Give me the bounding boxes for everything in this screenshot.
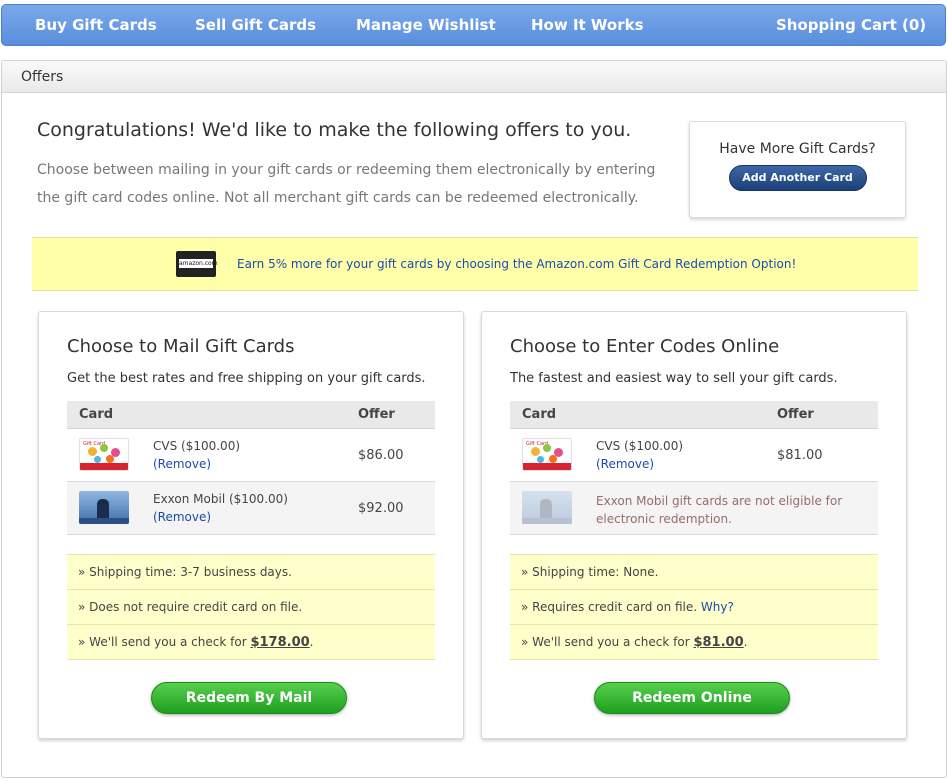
table-row: Exxon Mobil ($100.00) (Remove) $92.00	[67, 482, 435, 535]
shipping-time: » Shipping time: 3-7 business days.	[67, 555, 435, 590]
exxon-gift-card-image	[79, 491, 129, 524]
amazon-promo-link[interactable]: Earn 5% more for your gift cards by choo…	[237, 238, 796, 292]
check-amount-row: » We'll send you a check for $81.00.	[510, 625, 878, 660]
column-offer-header: Offer	[358, 407, 395, 422]
online-option-subtitle: The fastest and easiest way to sell your…	[510, 371, 838, 386]
page-headline: Congratulations! We'd like to make the f…	[37, 119, 632, 141]
amazon-logo-text: amazon.com	[179, 259, 218, 268]
column-card-header: Card	[79, 407, 114, 422]
remove-card-link[interactable]: (Remove)	[153, 510, 211, 524]
mail-option-card: Choose to Mail Gift Cards Get the best r…	[38, 311, 464, 739]
card-offer: $92.00	[358, 501, 404, 516]
check-amount-row: » We'll send you a check for $178.00.	[67, 625, 435, 660]
online-card-table: Card Offer Gift Card CVS ($100.00) (Remo…	[510, 401, 878, 535]
nav-how-it-works[interactable]: How It Works	[531, 5, 644, 47]
mail-option-title: Choose to Mail Gift Cards	[67, 336, 295, 357]
intro-text: Choose between mailing in your gift card…	[37, 162, 656, 206]
amazon-promo-banner: amazon.com Earn 5% more for your gift ca…	[32, 237, 918, 291]
amazon-gift-card-icon: amazon.com	[176, 251, 218, 277]
not-eligible-message: Exxon Mobil gift cards are not eligible …	[596, 494, 843, 526]
online-option-title: Choose to Enter Codes Online	[510, 336, 780, 357]
credit-card-note: » Does not require credit card on file.	[67, 590, 435, 625]
mail-card-table: Card Offer Gift Card CVS ($100.00) (Remo…	[67, 401, 435, 535]
check-amount: $81.00	[693, 635, 744, 650]
mail-info-list: » Shipping time: 3-7 business days. » Do…	[67, 554, 435, 660]
more-cards-title: Have More Gift Cards?	[719, 141, 876, 157]
table-row: Gift Card CVS ($100.00) (Remove) $81.00	[510, 429, 878, 482]
card-offer: $86.00	[358, 448, 404, 463]
nav-shopping-cart[interactable]: Shopping Cart (0)	[776, 5, 926, 47]
table-row: Gift Card CVS ($100.00) (Remove) $86.00	[67, 429, 435, 482]
why-link[interactable]: Why?	[701, 600, 734, 614]
remove-card-link[interactable]: (Remove)	[596, 457, 654, 471]
card-offer: $81.00	[777, 448, 823, 463]
table-header: Card Offer	[67, 401, 435, 429]
column-card-header: Card	[522, 407, 557, 422]
nav-sell-gift-cards[interactable]: Sell Gift Cards	[195, 5, 316, 47]
top-navbar: Buy Gift Cards Sell Gift Cards Manage Wi…	[1, 4, 946, 46]
redeem-online-button[interactable]: Redeem Online	[594, 682, 790, 714]
more-cards-box: Have More Gift Cards? Add Another Card	[689, 121, 906, 218]
nav-buy-gift-cards[interactable]: Buy Gift Cards	[35, 5, 157, 47]
credit-card-note: » Requires credit card on file. Why?	[510, 590, 878, 625]
shipping-time: » Shipping time: None.	[510, 555, 878, 590]
card-name: Exxon Mobil ($100.00)	[153, 492, 288, 506]
card-name: CVS ($100.00)	[153, 439, 241, 453]
nav-manage-wishlist[interactable]: Manage Wishlist	[356, 5, 496, 47]
mail-option-subtitle: Get the best rates and free shipping on …	[67, 371, 426, 386]
online-info-list: » Shipping time: None. » Requires credit…	[510, 554, 878, 660]
offers-panel: Offers Congratulations! We'd like to mak…	[1, 60, 947, 778]
remove-card-link[interactable]: (Remove)	[153, 457, 211, 471]
redeem-by-mail-button[interactable]: Redeem By Mail	[151, 682, 347, 714]
online-option-card: Choose to Enter Codes Online The fastest…	[481, 311, 907, 739]
table-row: Exxon Mobil gift cards are not eligible …	[510, 482, 878, 535]
card-name: CVS ($100.00)	[596, 439, 684, 453]
check-amount: $178.00	[250, 635, 310, 650]
add-another-card-button[interactable]: Add Another Card	[728, 165, 867, 191]
cvs-gift-card-image: Gift Card	[522, 438, 572, 471]
panel-title: Offers	[2, 61, 946, 93]
cvs-gift-card-image: Gift Card	[79, 438, 129, 471]
table-header: Card Offer	[510, 401, 878, 429]
column-offer-header: Offer	[777, 407, 814, 422]
exxon-gift-card-image	[522, 491, 572, 524]
